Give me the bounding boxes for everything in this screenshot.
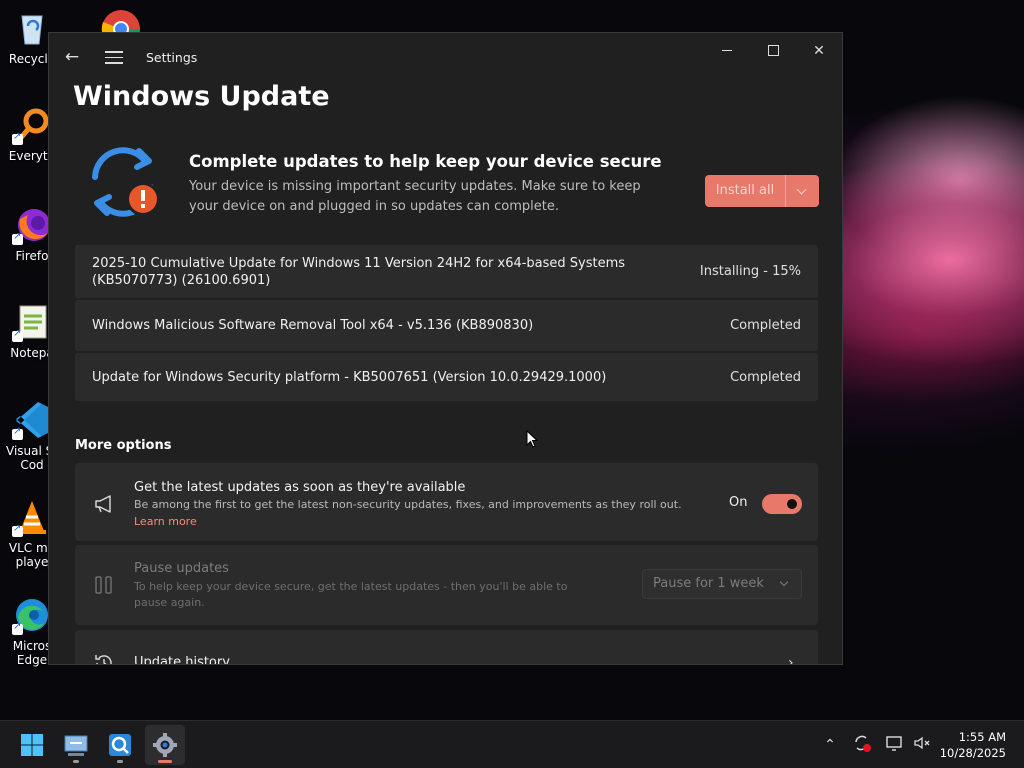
pause-updates-description: To help keep your device secure, get the… <box>134 580 568 609</box>
update-status: Installing - 15% <box>699 264 801 279</box>
update-list: 2025-10 Cumulative Update for Windows 11… <box>75 245 818 403</box>
pause-icon <box>93 574 115 596</box>
history-icon <box>93 652 115 664</box>
install-all-button[interactable]: Install all <box>705 175 819 207</box>
pause-updates-card: Pause updates To help keep your device s… <box>75 545 818 625</box>
system-clock[interactable]: 1:55 AM 10/28/2025 <box>940 729 1006 761</box>
maximize-button[interactable] <box>753 39 793 63</box>
hamburger-menu-icon[interactable] <box>105 47 123 67</box>
edge-icon <box>12 595 52 635</box>
settings-gear-icon <box>153 733 177 757</box>
more-options-heading: More options <box>75 438 172 453</box>
latest-updates-title: Get the latest updates as soon as they'r… <box>134 480 466 495</box>
network-monitor-icon[interactable] <box>882 733 906 757</box>
show-hidden-icons-chevron-up-icon[interactable]: ⌃ <box>818 733 842 757</box>
taskbar: ⌃ 1:55 AM 10/28/2025 <box>0 720 1024 768</box>
start-button[interactable] <box>12 725 52 765</box>
update-status: Completed <box>730 318 801 333</box>
toggle-state-label: On <box>729 495 748 510</box>
back-arrow-icon[interactable]: ← <box>61 47 83 67</box>
sync-warning-icon <box>83 143 165 223</box>
pause-duration-dropdown[interactable]: Pause for 1 week <box>642 569 802 599</box>
close-icon: ✕ <box>813 43 825 59</box>
update-history-card[interactable]: Update history › <box>75 630 818 665</box>
update-pending-icon[interactable] <box>850 733 874 757</box>
latest-updates-description: Be among the first to get the latest non… <box>134 498 682 511</box>
chrome-icon <box>101 10 140 32</box>
title-bar: ← Settings ✕ <box>49 33 842 81</box>
network-computer-icon <box>64 735 88 756</box>
update-item-cumulative: 2025-10 Cumulative Update for Windows 11… <box>75 245 818 298</box>
clock-date: 10/28/2025 <box>939 746 1006 760</box>
pause-updates-title: Pause updates <box>134 561 229 576</box>
update-name: 2025-10 Cumulative Update for Windows 11… <box>92 255 626 288</box>
recycle-bin-icon <box>12 8 52 48</box>
close-button[interactable]: ✕ <box>799 39 839 63</box>
firefox-icon <box>12 205 52 245</box>
taskbar-app-settings[interactable] <box>145 725 185 765</box>
window-title: Settings <box>146 50 198 65</box>
windows-logo-icon <box>21 734 43 756</box>
vscode-icon <box>12 400 52 440</box>
update-name: Windows Malicious Software Removal Tool … <box>92 318 534 333</box>
desktop-icon-chrome[interactable] <box>100 8 142 32</box>
volume-muted-icon[interactable] <box>910 733 934 757</box>
clock-time: 1:55 AM <box>958 730 1006 744</box>
mouse-cursor-icon <box>526 430 538 448</box>
notepad-plus-plus-icon <box>12 302 52 342</box>
taskbar-app-network[interactable] <box>56 725 96 765</box>
latest-updates-card[interactable]: Get the latest updates as soon as they'r… <box>75 463 818 541</box>
minimize-button[interactable] <box>707 39 747 63</box>
everything-search-icon <box>12 105 52 145</box>
update-status: Completed <box>730 369 801 385</box>
banner-title: Complete updates to help keep your devic… <box>189 152 662 171</box>
install-options-chevron-down-icon[interactable] <box>786 175 819 207</box>
banner-description: Your device is missing important securit… <box>189 179 641 214</box>
page-title: Windows Update <box>73 81 330 112</box>
latest-updates-toggle[interactable] <box>762 494 802 514</box>
chevron-right-icon: › <box>788 655 794 665</box>
update-name: Update for Windows Security platform - K… <box>92 369 607 385</box>
update-item-security-platform: Update for Windows Security platform - K… <box>75 353 818 401</box>
update-item-msrt: Windows Malicious Software Removal Tool … <box>75 300 818 351</box>
update-history-title: Update history <box>134 655 230 665</box>
taskbar-app-search[interactable] <box>100 725 140 765</box>
install-all-label[interactable]: Install all <box>705 175 785 207</box>
learn-more-link[interactable]: Learn more <box>134 515 197 528</box>
megaphone-icon <box>93 493 115 515</box>
update-status-banner: Complete updates to help keep your devic… <box>75 143 819 223</box>
vlc-icon <box>12 497 52 537</box>
settings-window: ← Settings ✕ Windows Update Complete upd… <box>48 32 843 665</box>
magnifier-app-icon <box>109 734 131 756</box>
